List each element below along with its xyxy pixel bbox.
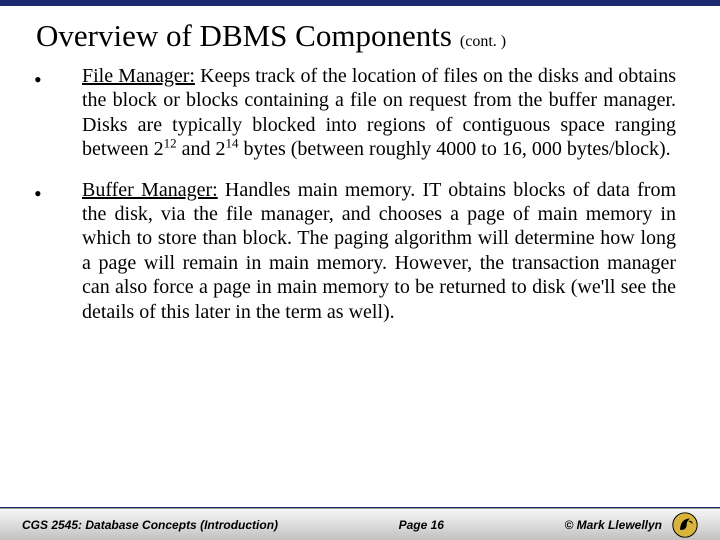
footer-band: CGS 2545: Database Concepts (Introductio… (0, 508, 720, 540)
bullet-item: • File Manager: Keeps track of the locat… (34, 64, 676, 162)
slide-title-row: Overview of DBMS Components (cont. ) (0, 6, 720, 60)
slide-title-cont: (cont. ) (460, 33, 506, 51)
slide-title: Overview of DBMS Components (36, 18, 452, 54)
ucf-pegasus-logo-icon (672, 512, 698, 538)
bullet-marker: • (34, 64, 82, 162)
file-manager-text-post: bytes (between roughly 4000 to 16, 000 b… (239, 138, 671, 160)
footer-page: Page 16 (399, 518, 444, 532)
bullet-body: Buffer Manager: Handles main memory. IT … (82, 178, 676, 324)
slide-footer: CGS 2545: Database Concepts (Introductio… (0, 507, 720, 540)
bullet-item: • Buffer Manager: Handles main memory. I… (34, 178, 676, 324)
footer-copyright: © Mark Llewellyn (564, 518, 662, 532)
term-file-manager: File Manager: (82, 65, 195, 87)
footer-right-group: © Mark Llewellyn (564, 512, 698, 538)
file-manager-text-mid: and 2 (177, 138, 226, 160)
term-buffer-manager: Buffer Manager: (82, 179, 218, 201)
footer-course: CGS 2545: Database Concepts (Introductio… (22, 518, 278, 532)
bullet-marker: • (34, 178, 82, 324)
exp-12: 12 (164, 136, 177, 151)
bullet-body: File Manager: Keeps track of the locatio… (82, 64, 676, 162)
exp-14: 14 (226, 136, 239, 151)
slide-content: • File Manager: Keeps track of the locat… (0, 60, 720, 324)
